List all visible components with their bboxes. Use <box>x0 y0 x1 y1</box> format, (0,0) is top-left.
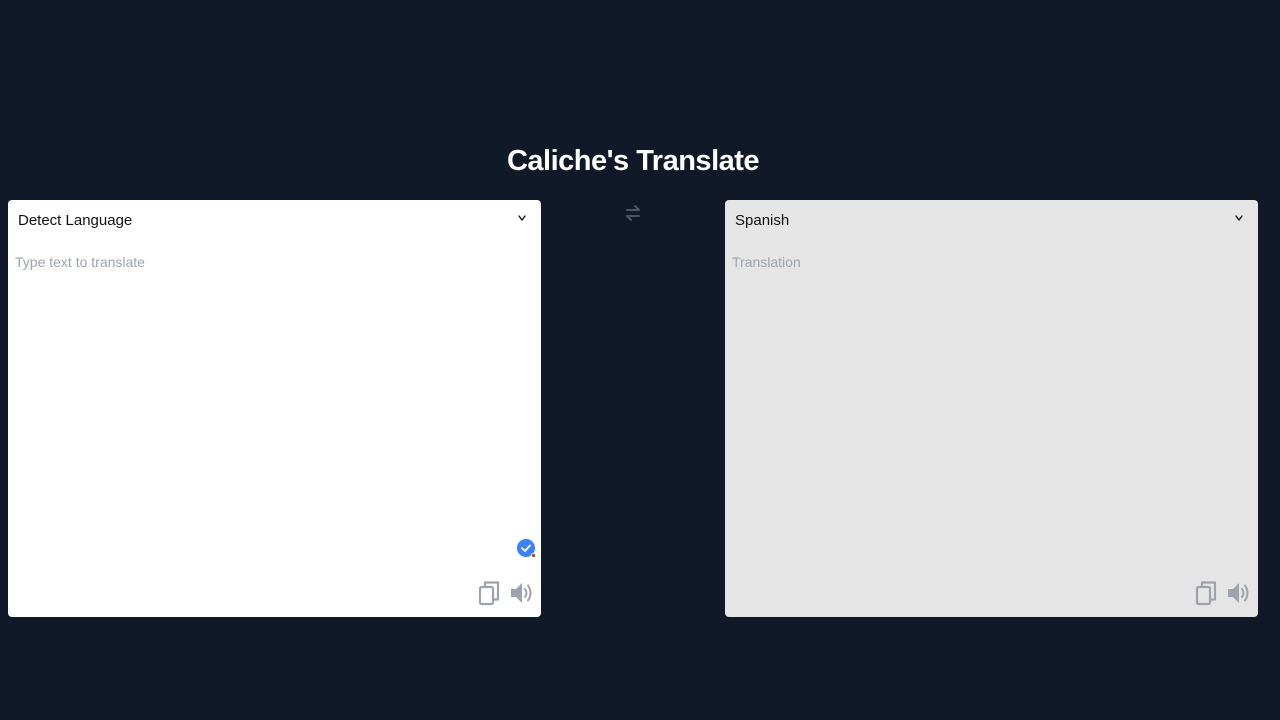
copy-icon[interactable] <box>477 579 503 607</box>
source-tools <box>477 579 535 607</box>
copy-icon[interactable] <box>1194 579 1220 607</box>
target-language-select[interactable]: Spanish <box>725 200 1258 244</box>
target-tools <box>1194 579 1252 607</box>
target-language-label: Spanish <box>735 212 790 229</box>
translation-output[interactable] <box>732 254 1248 547</box>
check-badge-icon <box>517 539 537 559</box>
chevron-down-icon <box>1235 215 1243 221</box>
chevron-down-icon <box>518 215 526 221</box>
target-panel: Spanish <box>725 200 1258 617</box>
speaker-icon[interactable] <box>1226 579 1252 607</box>
source-language-label: Detect Language <box>18 212 133 229</box>
source-text-input[interactable] <box>15 254 531 547</box>
app-title: Caliche's Translate <box>506 145 760 177</box>
source-panel: Detect Language <box>8 200 541 617</box>
source-language-select[interactable]: Detect Language <box>8 200 541 244</box>
swap-languages-icon[interactable] <box>622 202 644 224</box>
speaker-icon[interactable] <box>509 579 535 607</box>
